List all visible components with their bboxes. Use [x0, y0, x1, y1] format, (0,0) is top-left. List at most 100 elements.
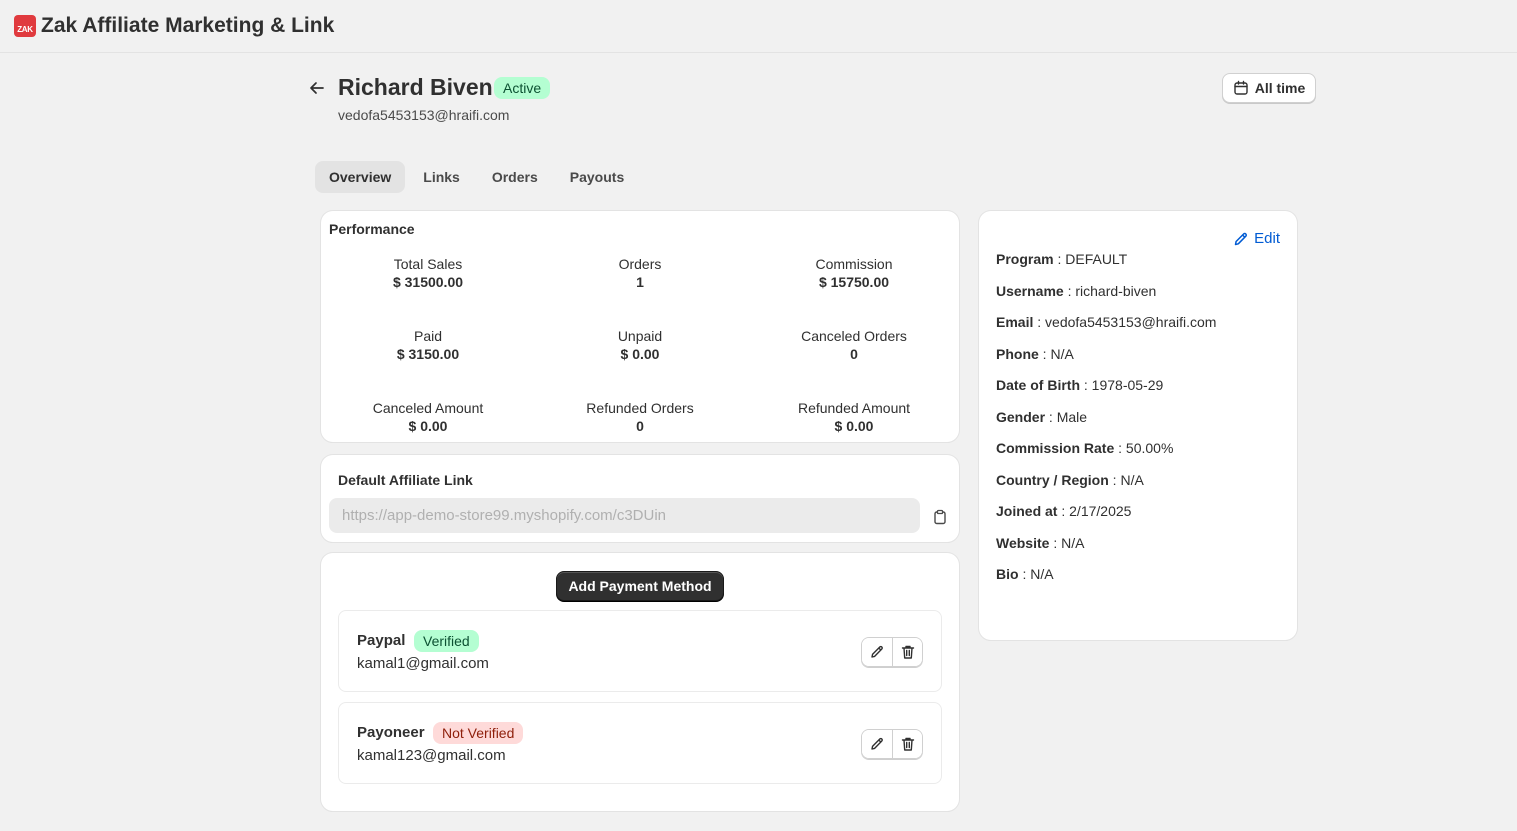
verification-badge: Not Verified: [433, 722, 524, 744]
edit-label: Edit: [1254, 230, 1280, 247]
payment-method-name: Payoneer: [357, 724, 425, 741]
trash-icon: [901, 737, 914, 751]
profile-row-country: Country / Region : N/A: [996, 472, 1144, 488]
payment-methods-card: Add Payment Method Paypal Verified kamal…: [321, 553, 959, 811]
trash-icon: [901, 645, 914, 659]
clipboard-icon: [934, 509, 946, 525]
verification-badge: Verified: [414, 630, 479, 652]
metric-value: $ 31500.00: [392, 274, 464, 290]
calendar-icon: [1234, 80, 1248, 95]
metric-value: 0: [636, 418, 644, 434]
field-label: Bio: [996, 566, 1019, 582]
payment-method-email: kamal1@gmail.com: [357, 655, 489, 672]
pencil-icon: [871, 737, 883, 750]
tab-bar: Overview Links Orders Payouts: [315, 161, 638, 193]
affiliate-link-title: Default Affiliate Link: [338, 472, 473, 488]
field-label: Program: [996, 251, 1054, 267]
metric-label: Commission: [815, 256, 893, 272]
metric-value: $ 3150.00: [396, 346, 460, 362]
field-value: 2/17/2025: [1069, 503, 1132, 519]
edit-payment-button[interactable]: [862, 638, 892, 666]
date-range-button[interactable]: All time: [1222, 73, 1316, 103]
top-bar: ZAK Zak Affiliate Marketing & Link: [0, 0, 1517, 53]
payment-method-actions: [861, 637, 923, 667]
metric-label: Refunded Orders: [586, 400, 694, 416]
status-badge: Active: [494, 77, 551, 99]
metric-label: Unpaid: [617, 328, 663, 344]
profile-row-commission-rate: Commission Rate : 50.00%: [996, 440, 1174, 456]
profile-row-program: Program : DEFAULT: [996, 251, 1128, 267]
profile-row-joined: Joined at : 2/17/2025: [996, 503, 1132, 519]
delete-payment-button[interactable]: [892, 730, 922, 758]
metric-label: Canceled Amount: [372, 400, 484, 416]
metric-total-sales: Total Sales $ 31500.00: [321, 256, 535, 291]
field-value: N/A: [1030, 566, 1054, 582]
metric-value: $ 0.00: [620, 346, 660, 362]
tab-payouts[interactable]: Payouts: [556, 161, 638, 193]
metric-value: 0: [850, 346, 858, 362]
field-value: N/A: [1120, 472, 1144, 488]
edit-profile-link[interactable]: Edit: [1233, 230, 1280, 247]
metric-orders: Orders 1: [533, 256, 747, 291]
field-value: richard-biven: [1075, 283, 1157, 299]
pencil-icon: [871, 645, 883, 658]
payment-method-email: kamal123@gmail.com: [357, 747, 506, 764]
field-label: Website: [996, 535, 1050, 551]
metric-value: $ 0.00: [834, 418, 874, 434]
payment-method-actions: [861, 729, 923, 759]
metric-value: 1: [636, 274, 644, 290]
field-value: N/A: [1050, 346, 1074, 362]
payment-method-item: Payoneer Not Verified kamal123@gmail.com: [338, 702, 942, 784]
metric-unpaid: Unpaid $ 0.00: [533, 328, 747, 363]
metric-label: Total Sales: [393, 256, 463, 272]
affiliate-link-field[interactable]: [329, 498, 920, 533]
field-label: Country / Region: [996, 472, 1109, 488]
affiliate-link-card: Default Affiliate Link: [321, 455, 959, 542]
field-value: N/A: [1061, 535, 1085, 551]
profile-row-phone: Phone : N/A: [996, 346, 1074, 362]
field-label: Username: [996, 283, 1064, 299]
back-button[interactable]: [305, 76, 329, 100]
field-value: 1978-05-29: [1091, 377, 1164, 393]
field-value: Male: [1056, 409, 1088, 425]
page-title: Richard Biven: [338, 74, 493, 100]
metric-commission: Commission $ 15750.00: [747, 256, 961, 291]
delete-payment-button[interactable]: [892, 638, 922, 666]
metric-label: Canceled Orders: [801, 328, 907, 344]
metric-value: $ 0.00: [408, 418, 448, 434]
profile-card: Edit Program : DEFAULT Username : richar…: [979, 211, 1297, 640]
payment-method-item: Paypal Verified kamal1@gmail.com: [338, 610, 942, 692]
copy-link-button[interactable]: [930, 507, 950, 527]
date-range-label: All time: [1254, 80, 1306, 96]
app-logo: ZAK: [14, 15, 36, 37]
tab-links[interactable]: Links: [409, 161, 474, 193]
arrow-left-icon: [310, 82, 324, 94]
app-title: Zak Affiliate Marketing & Link: [41, 14, 335, 37]
performance-card: Performance Total Sales $ 31500.00 Order…: [321, 211, 959, 442]
add-payment-method-button[interactable]: Add Payment Method: [556, 571, 724, 601]
field-label: Email: [996, 314, 1034, 330]
field-label: Phone: [996, 346, 1039, 362]
metric-label: Refunded Amount: [797, 400, 911, 416]
edit-payment-button[interactable]: [862, 730, 892, 758]
metric-value: $ 15750.00: [818, 274, 890, 290]
field-value: 50.00%: [1125, 440, 1174, 456]
pencil-icon: [1234, 232, 1248, 245]
payment-method-name: Paypal: [357, 632, 406, 649]
profile-row-username: Username : richard-biven: [996, 283, 1157, 299]
performance-title: Performance: [329, 221, 415, 237]
profile-row-bio: Bio : N/A: [996, 566, 1054, 582]
profile-row-dob: Date of Birth : 1978-05-29: [996, 377, 1164, 393]
page-subtitle-email: vedofa5453153@hraifi.com: [338, 107, 510, 123]
metric-label: Paid: [413, 328, 443, 344]
profile-row-email: Email : vedofa5453153@hraifi.com: [996, 314, 1217, 330]
tab-overview[interactable]: Overview: [315, 161, 406, 193]
field-value: DEFAULT: [1065, 251, 1128, 267]
tab-orders[interactable]: Orders: [478, 161, 552, 193]
metric-label: Orders: [618, 256, 662, 272]
field-value: vedofa5453153@hraifi.com: [1045, 314, 1217, 330]
metric-paid: Paid $ 3150.00: [321, 328, 535, 363]
metric-canceled-orders: Canceled Orders 0: [747, 328, 961, 363]
field-label: Joined at: [996, 503, 1058, 519]
profile-row-website: Website : N/A: [996, 535, 1085, 551]
